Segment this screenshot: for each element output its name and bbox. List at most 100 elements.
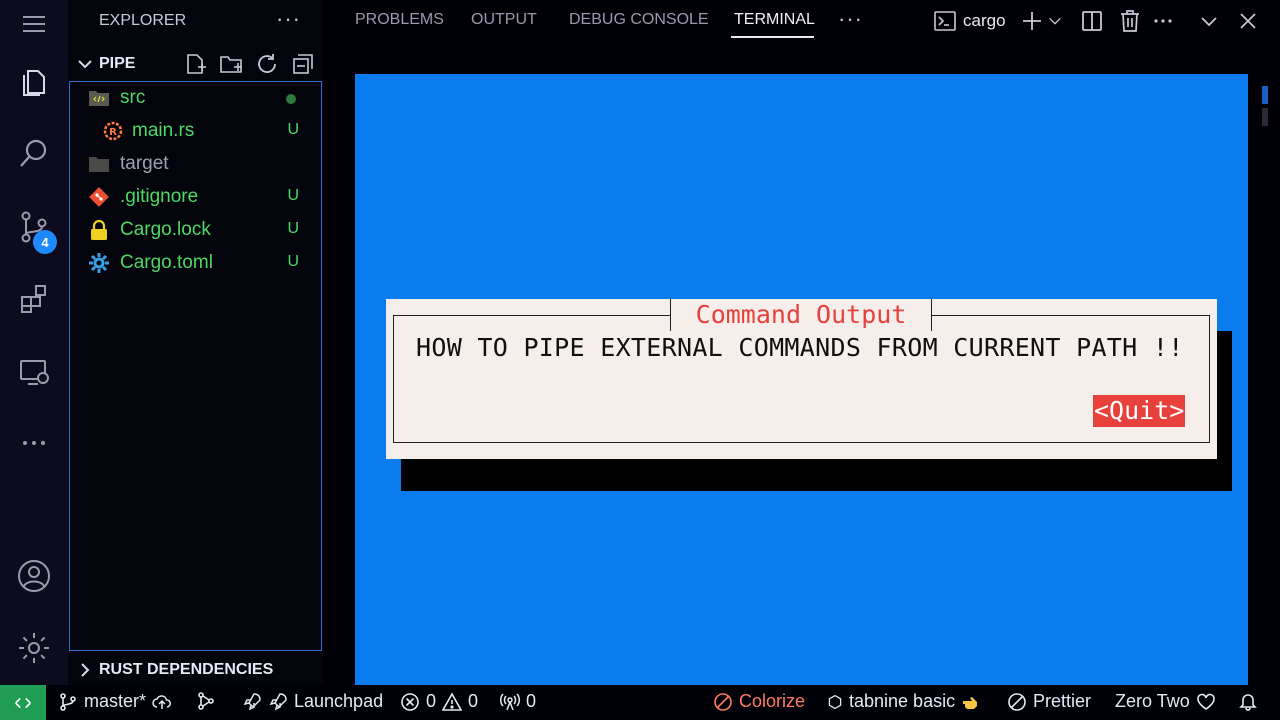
- git-branch-icon: [60, 692, 76, 711]
- untracked-status: U: [287, 187, 299, 204]
- scm-badge: 4: [33, 230, 57, 254]
- terminal-selector[interactable]: cargo: [933, 8, 1006, 34]
- terminal-scrollbar[interactable]: [1262, 86, 1268, 104]
- terminal-profile-dropdown[interactable]: [1047, 8, 1063, 34]
- explorer-sidebar: EXPLORER ··· PIPE src R main.rs U target: [68, 0, 323, 685]
- terminal-more-button[interactable]: [1151, 8, 1175, 34]
- tab-output[interactable]: OUTPUT: [471, 11, 537, 29]
- trash-icon: [1121, 10, 1139, 32]
- heart-icon: [1196, 693, 1215, 710]
- tree-item-label: main.rs: [132, 120, 195, 141]
- tab-debug-console[interactable]: DEBUG CONSOLE: [569, 11, 709, 29]
- tree-item-main-rs[interactable]: R main.rs U: [70, 115, 321, 148]
- new-terminal-button[interactable]: [1020, 8, 1044, 34]
- untracked-status: U: [287, 121, 299, 138]
- branch-name: master*: [84, 691, 147, 711]
- explorer-more-button[interactable]: ···: [276, 6, 301, 32]
- settings-gear-icon[interactable]: [0, 620, 68, 676]
- cloud-upload-icon: [152, 694, 172, 709]
- broadcast-icon: [500, 693, 520, 710]
- prettier-label: Prettier: [1033, 691, 1092, 711]
- untracked-status: U: [287, 220, 299, 237]
- chevron-down-icon: [1201, 17, 1217, 27]
- error-icon: [401, 692, 419, 711]
- git-icon: [89, 187, 109, 207]
- explorer-title: EXPLORER: [99, 12, 187, 29]
- explorer-header: EXPLORER ···: [68, 0, 323, 42]
- tabnine-icon: [828, 694, 842, 709]
- theme-label: Zero Two: [1115, 691, 1190, 711]
- more-icon: [1154, 19, 1172, 23]
- warning-count: 0: [468, 691, 479, 711]
- untracked-status: U: [287, 253, 299, 270]
- tree-item-label: Cargo.toml: [120, 252, 213, 273]
- new-folder-icon[interactable]: [219, 52, 243, 76]
- tree-item-gitignore[interactable]: .gitignore U: [70, 181, 321, 214]
- split-icon: [1082, 11, 1102, 31]
- chevron-right-icon: [81, 662, 90, 677]
- project-section-header[interactable]: PIPE: [68, 48, 323, 80]
- refresh-icon[interactable]: [255, 52, 279, 76]
- tree-item-cargo-lock[interactable]: Cargo.lock U: [70, 214, 321, 247]
- git-graph-button[interactable]: [196, 691, 216, 711]
- extensions-icon[interactable]: [0, 271, 68, 327]
- file-tree: src R main.rs U target .gitignore U Carg…: [69, 81, 322, 651]
- split-terminal-button[interactable]: [1080, 8, 1104, 34]
- pointing-hand-icon: [963, 696, 978, 709]
- tree-item-label: target: [120, 153, 169, 174]
- tree-item-src[interactable]: src: [70, 82, 321, 115]
- warning-icon: [442, 691, 463, 711]
- tab-terminal[interactable]: TERMINAL: [734, 11, 815, 29]
- project-name: PIPE: [99, 55, 136, 72]
- notifications-button[interactable]: [1238, 691, 1258, 711]
- menu-icon[interactable]: [0, 5, 68, 43]
- no-entry-icon: [714, 692, 732, 711]
- error-count: 0: [426, 691, 437, 711]
- close-icon: [1240, 13, 1256, 29]
- close-panel-button[interactable]: [1236, 8, 1260, 34]
- modified-dot: [286, 94, 296, 104]
- maximize-panel-button[interactable]: [1197, 8, 1221, 34]
- colorize-button[interactable]: Colorize: [713, 691, 805, 712]
- account-icon[interactable]: [0, 548, 68, 604]
- tree-item-target[interactable]: target: [70, 148, 321, 181]
- rust-dependencies-section[interactable]: RUST DEPENDENCIES: [68, 654, 323, 685]
- more-views-icon[interactable]: [0, 415, 68, 471]
- lock-icon: [91, 219, 107, 240]
- collapse-all-icon[interactable]: [291, 52, 315, 76]
- plus-icon: [1023, 12, 1041, 30]
- explorer-icon[interactable]: [0, 55, 68, 111]
- status-bar: master* Launchpad 0 0 0 Colorize tabnine…: [0, 685, 1280, 720]
- panel-more-button[interactable]: ···: [838, 6, 863, 32]
- tabnine-status[interactable]: tabnine basic: [827, 691, 981, 712]
- search-icon[interactable]: [0, 126, 68, 182]
- active-tab-indicator: [731, 36, 814, 38]
- remote-indicator[interactable]: [0, 685, 46, 720]
- remote-explorer-icon[interactable]: [0, 344, 68, 400]
- launchpad-button[interactable]: Launchpad: [242, 691, 383, 712]
- tab-problems[interactable]: PROBLEMS: [355, 11, 444, 29]
- tree-item-label: Cargo.lock: [120, 219, 211, 240]
- quit-button[interactable]: <Quit>: [1093, 395, 1186, 427]
- terminal-icon: [934, 11, 956, 31]
- chevron-down-icon: [1049, 17, 1061, 25]
- remote-icon: [15, 697, 31, 708]
- terminal-name: cargo: [963, 11, 1006, 30]
- ports-count: 0: [526, 691, 537, 711]
- rocket-icon: [243, 692, 261, 710]
- theme-status[interactable]: Zero Two: [1115, 691, 1216, 712]
- problems-status[interactable]: 0 0: [400, 691, 478, 712]
- folder-src-icon: [89, 91, 109, 106]
- new-file-icon[interactable]: [183, 52, 207, 76]
- kill-terminal-button[interactable]: [1118, 8, 1142, 34]
- colorize-label: Colorize: [739, 691, 806, 711]
- command-output-dialog: Command Output HOW TO PIPE EXTERNAL COMM…: [386, 299, 1217, 459]
- prettier-status[interactable]: Prettier: [1007, 691, 1091, 712]
- branch-status[interactable]: master*: [58, 691, 172, 712]
- ports-status[interactable]: 0: [500, 691, 536, 712]
- tree-item-cargo-toml[interactable]: Cargo.toml U: [70, 247, 321, 280]
- rust-dependencies-title: RUST DEPENDENCIES: [99, 660, 274, 678]
- tree-item-label: .gitignore: [120, 186, 199, 207]
- svg-text:R: R: [109, 127, 117, 138]
- bell-icon: [1239, 694, 1257, 711]
